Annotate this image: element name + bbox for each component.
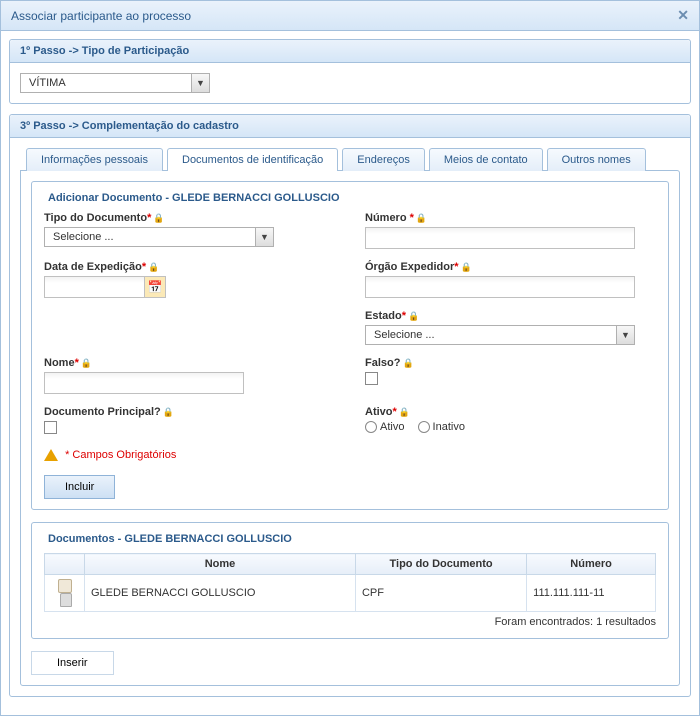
table-row: GLEDE BERNACCI GOLLUSCIO CPF 111.111.111…: [45, 575, 656, 612]
numero-label: Número *🔒: [365, 212, 656, 224]
tipo-documento-value: Selecione ...: [45, 228, 255, 246]
lock-icon: 🔒: [148, 262, 159, 272]
close-icon[interactable]: ✕: [677, 7, 689, 24]
calendar-icon[interactable]: 📅: [144, 276, 166, 298]
tab-enderecos[interactable]: Endereços: [342, 148, 425, 171]
warning-icon: [44, 449, 58, 461]
orgao-expedidor-input[interactable]: [365, 276, 635, 298]
lock-icon: 🔒: [461, 262, 472, 272]
trash-icon[interactable]: [60, 593, 72, 607]
lock-icon: 🔒: [163, 407, 174, 417]
cell-tipo: CPF: [355, 575, 526, 612]
participation-type-select[interactable]: VÍTIMA ▼: [20, 73, 210, 93]
data-expedicao-label: Data de Expedição*🔒: [44, 261, 335, 273]
add-document-fieldset: Adicionar Documento - GLEDE BERNACCI GOL…: [31, 181, 669, 510]
documents-list-title: Documentos - GLEDE BERNACCI GOLLUSCIO: [44, 533, 296, 545]
lock-icon: 🔒: [402, 358, 413, 368]
tipo-documento-select[interactable]: Selecione ... ▼: [44, 227, 274, 247]
nome-input[interactable]: [44, 372, 244, 394]
tipo-documento-label: Tipo do Documento*🔒: [44, 212, 335, 224]
document-icon[interactable]: [58, 579, 72, 593]
campos-obrigatorios-note: * Campos Obrigatórios: [44, 449, 656, 461]
nome-label: Nome*🔒: [44, 357, 335, 369]
ativo-radio[interactable]: [365, 421, 377, 433]
col-nome: Nome: [85, 554, 356, 575]
lock-icon: 🔒: [153, 213, 164, 223]
inserir-button[interactable]: Inserir: [31, 651, 114, 675]
chevron-down-icon[interactable]: ▼: [616, 326, 634, 344]
tab-outros-nomes[interactable]: Outros nomes: [547, 148, 646, 171]
cell-nome: GLEDE BERNACCI GOLLUSCIO: [85, 575, 356, 612]
modal-title: Associar participante ao processo: [11, 9, 191, 23]
lock-icon: 🔒: [81, 358, 92, 368]
tabs: Informações pessoais Documentos de ident…: [20, 148, 680, 171]
add-document-title: Adicionar Documento - GLEDE BERNACCI GOL…: [44, 192, 344, 204]
documents-table: Nome Tipo do Documento Número: [44, 553, 656, 612]
lock-icon: 🔒: [399, 407, 410, 417]
tab-meios-contato[interactable]: Meios de contato: [429, 148, 543, 171]
data-expedicao-field[interactable]: [44, 276, 144, 298]
documento-principal-label: Documento Principal?🔒: [44, 406, 335, 418]
inativo-radio[interactable]: [418, 421, 430, 433]
lock-icon: 🔒: [408, 311, 419, 321]
documento-principal-checkbox[interactable]: [44, 421, 57, 434]
results-count: Foram encontrados: 1 resultados: [44, 616, 656, 628]
step3-panel: 3º Passo -> Complementação do cadastro I…: [9, 114, 691, 697]
ativo-radio-group: Ativo Inativo: [365, 421, 656, 433]
documents-list-fieldset: Documentos - GLEDE BERNACCI GOLLUSCIO No…: [31, 522, 669, 639]
col-actions: [45, 554, 85, 575]
falso-checkbox[interactable]: [365, 372, 378, 385]
chevron-down-icon[interactable]: ▼: [191, 74, 209, 92]
step1-header: 1º Passo -> Tipo de Participação: [10, 40, 690, 63]
tab-informacoes-pessoais[interactable]: Informações pessoais: [26, 148, 163, 171]
tab-documentos[interactable]: Documentos de identificação: [167, 148, 338, 171]
ativo-label: Ativo*🔒: [365, 406, 656, 418]
tab-body: Adicionar Documento - GLEDE BERNACCI GOL…: [20, 170, 680, 686]
orgao-expedidor-label: Órgão Expedidor*🔒: [365, 261, 656, 273]
data-expedicao-input[interactable]: 📅: [44, 276, 166, 298]
cell-numero: 111.111.111-11: [527, 575, 656, 612]
incluir-button[interactable]: Incluir: [44, 475, 115, 499]
numero-input[interactable]: [365, 227, 635, 249]
col-tipo: Tipo do Documento: [355, 554, 526, 575]
estado-value: Selecione ...: [366, 326, 616, 344]
modal: Associar participante ao processo ✕ 1º P…: [0, 0, 700, 716]
estado-label: Estado*🔒: [365, 310, 656, 322]
falso-label: Falso?🔒: [365, 357, 656, 369]
col-numero: Número: [527, 554, 656, 575]
chevron-down-icon[interactable]: ▼: [255, 228, 273, 246]
step3-header: 3º Passo -> Complementação do cadastro: [10, 115, 690, 138]
lock-icon: 🔒: [416, 213, 427, 223]
estado-select[interactable]: Selecione ... ▼: [365, 325, 635, 345]
step1-panel: 1º Passo -> Tipo de Participação VÍTIMA …: [9, 39, 691, 104]
titlebar: Associar participante ao processo ✕: [1, 1, 699, 31]
participation-type-value: VÍTIMA: [21, 74, 191, 92]
